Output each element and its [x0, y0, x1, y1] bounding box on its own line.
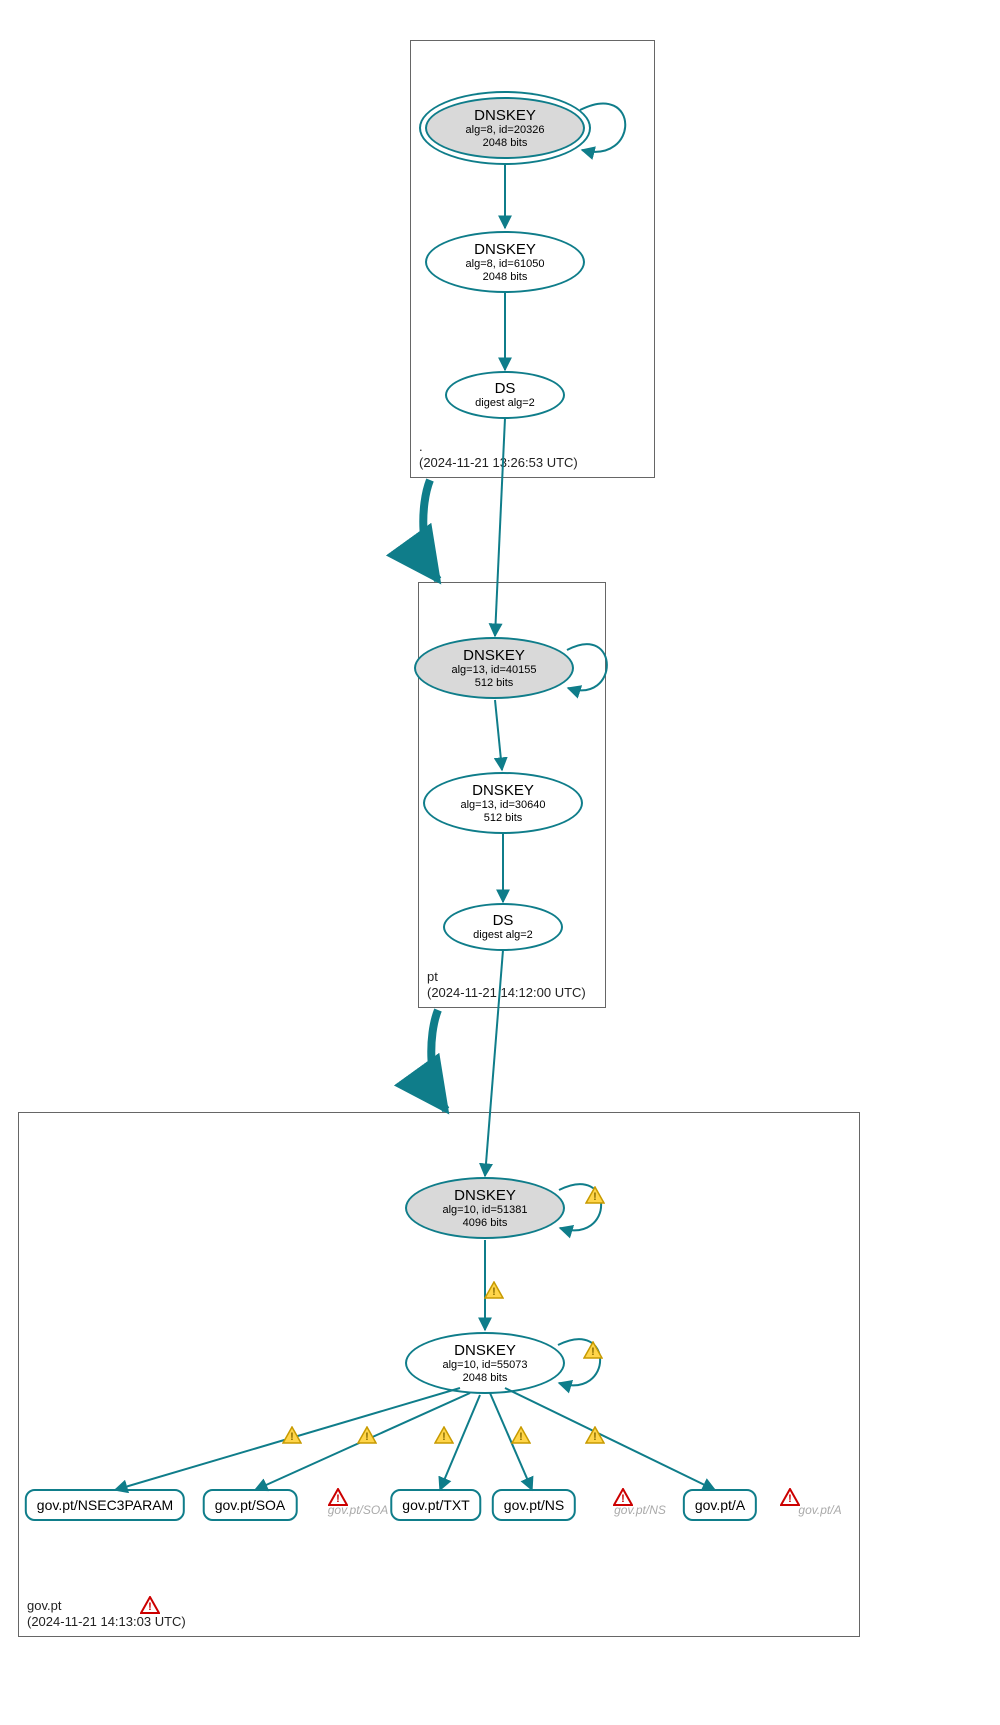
rr-a[interactable]: gov.pt/A [683, 1489, 757, 1521]
svg-text:!: ! [519, 1431, 523, 1443]
error-icon[interactable]: ! [780, 1488, 800, 1506]
node-pt-ksk-sub: alg=13, id=40155 [451, 664, 536, 677]
error-icon[interactable]: ! [613, 1488, 633, 1506]
node-root-ds-sub: digest alg=2 [475, 397, 535, 410]
svg-text:!: ! [365, 1431, 369, 1443]
node-pt-zsk-bits: 512 bits [484, 812, 523, 825]
node-root-ds[interactable]: DS digest alg=2 [445, 371, 565, 419]
node-gov-zsk-title: DNSKEY [454, 1342, 516, 1359]
svg-text:!: ! [336, 1493, 340, 1505]
node-gov-ksk-title: DNSKEY [454, 1187, 516, 1204]
error-icon[interactable]: ! [328, 1488, 348, 1506]
zone-pt-timestamp: (2024-11-21 14:12:00 UTC) [427, 985, 586, 1001]
warning-icon[interactable]: ! [282, 1426, 302, 1444]
zone-pt-label: pt (2024-11-21 14:12:00 UTC) [427, 969, 586, 1002]
zone-govpt-timestamp: (2024-11-21 14:13:03 UTC) [27, 1614, 186, 1630]
error-icon[interactable]: ! [140, 1596, 160, 1614]
warning-icon[interactable]: ! [434, 1426, 454, 1444]
zone-root-label: . (2024-11-21 13:26:53 UTC) [419, 439, 578, 472]
zone-govpt-label: gov.pt (2024-11-21 14:13:03 UTC) [27, 1598, 186, 1631]
node-pt-zsk[interactable]: DNSKEY alg=13, id=30640 512 bits [423, 772, 583, 834]
rr-txt[interactable]: gov.pt/TXT [390, 1489, 481, 1521]
svg-text:!: ! [621, 1493, 625, 1505]
svg-text:!: ! [593, 1191, 597, 1203]
zone-root-timestamp: (2024-11-21 13:26:53 UTC) [419, 455, 578, 471]
node-gov-zsk[interactable]: DNSKEY alg=10, id=55073 2048 bits [405, 1332, 565, 1394]
node-pt-ksk[interactable]: DNSKEY alg=13, id=40155 512 bits [414, 637, 574, 699]
svg-text:!: ! [593, 1431, 597, 1443]
warning-icon[interactable]: ! [585, 1186, 605, 1204]
node-gov-ksk-bits: 4096 bits [463, 1217, 508, 1230]
node-root-ksk-bits: 2048 bits [483, 137, 528, 150]
node-pt-ds-sub: digest alg=2 [473, 929, 533, 942]
edge-deleg-pt-gov [431, 1010, 446, 1110]
svg-text:!: ! [442, 1431, 446, 1443]
node-root-zsk-title: DNSKEY [474, 241, 536, 258]
node-root-ksk[interactable]: DNSKEY alg=8, id=20326 2048 bits [425, 97, 585, 159]
node-pt-zsk-sub: alg=13, id=30640 [460, 799, 545, 812]
node-gov-ksk[interactable]: DNSKEY alg=10, id=51381 4096 bits [405, 1177, 565, 1239]
zone-govpt-name: gov.pt [27, 1598, 186, 1614]
ghost-a: gov.pt/A [798, 1503, 841, 1517]
warning-icon[interactable]: ! [484, 1281, 504, 1299]
node-pt-ds-title: DS [493, 912, 514, 929]
svg-text:!: ! [290, 1431, 294, 1443]
warning-icon[interactable]: ! [511, 1426, 531, 1444]
dnssec-graph: . (2024-11-21 13:26:53 UTC) pt (2024-11-… [0, 0, 1000, 1725]
zone-pt-name: pt [427, 969, 586, 985]
rr-nsec3param[interactable]: gov.pt/NSEC3PARAM [25, 1489, 185, 1521]
node-root-ksk-title: DNSKEY [474, 107, 536, 124]
node-gov-zsk-bits: 2048 bits [463, 1372, 508, 1385]
zone-root-name: . [419, 439, 578, 455]
node-root-ds-title: DS [495, 380, 516, 397]
node-gov-zsk-sub: alg=10, id=55073 [442, 1359, 527, 1372]
rr-soa[interactable]: gov.pt/SOA [203, 1489, 298, 1521]
node-pt-ksk-bits: 512 bits [475, 677, 514, 690]
node-pt-zsk-title: DNSKEY [472, 782, 534, 799]
rr-ns[interactable]: gov.pt/NS [492, 1489, 576, 1521]
warning-icon[interactable]: ! [357, 1426, 377, 1444]
node-gov-ksk-sub: alg=10, id=51381 [442, 1204, 527, 1217]
node-root-zsk-bits: 2048 bits [483, 271, 528, 284]
node-pt-ksk-title: DNSKEY [463, 647, 525, 664]
svg-text:!: ! [148, 1601, 152, 1613]
node-pt-ds[interactable]: DS digest alg=2 [443, 903, 563, 951]
svg-text:!: ! [591, 1346, 595, 1358]
node-root-ksk-sub: alg=8, id=20326 [466, 124, 545, 137]
warning-icon[interactable]: ! [583, 1341, 603, 1359]
edge-deleg-root-pt [423, 480, 438, 580]
svg-text:!: ! [492, 1286, 496, 1298]
node-root-zsk-sub: alg=8, id=61050 [466, 258, 545, 271]
node-root-zsk[interactable]: DNSKEY alg=8, id=61050 2048 bits [425, 231, 585, 293]
svg-text:!: ! [788, 1493, 792, 1505]
warning-icon[interactable]: ! [585, 1426, 605, 1444]
